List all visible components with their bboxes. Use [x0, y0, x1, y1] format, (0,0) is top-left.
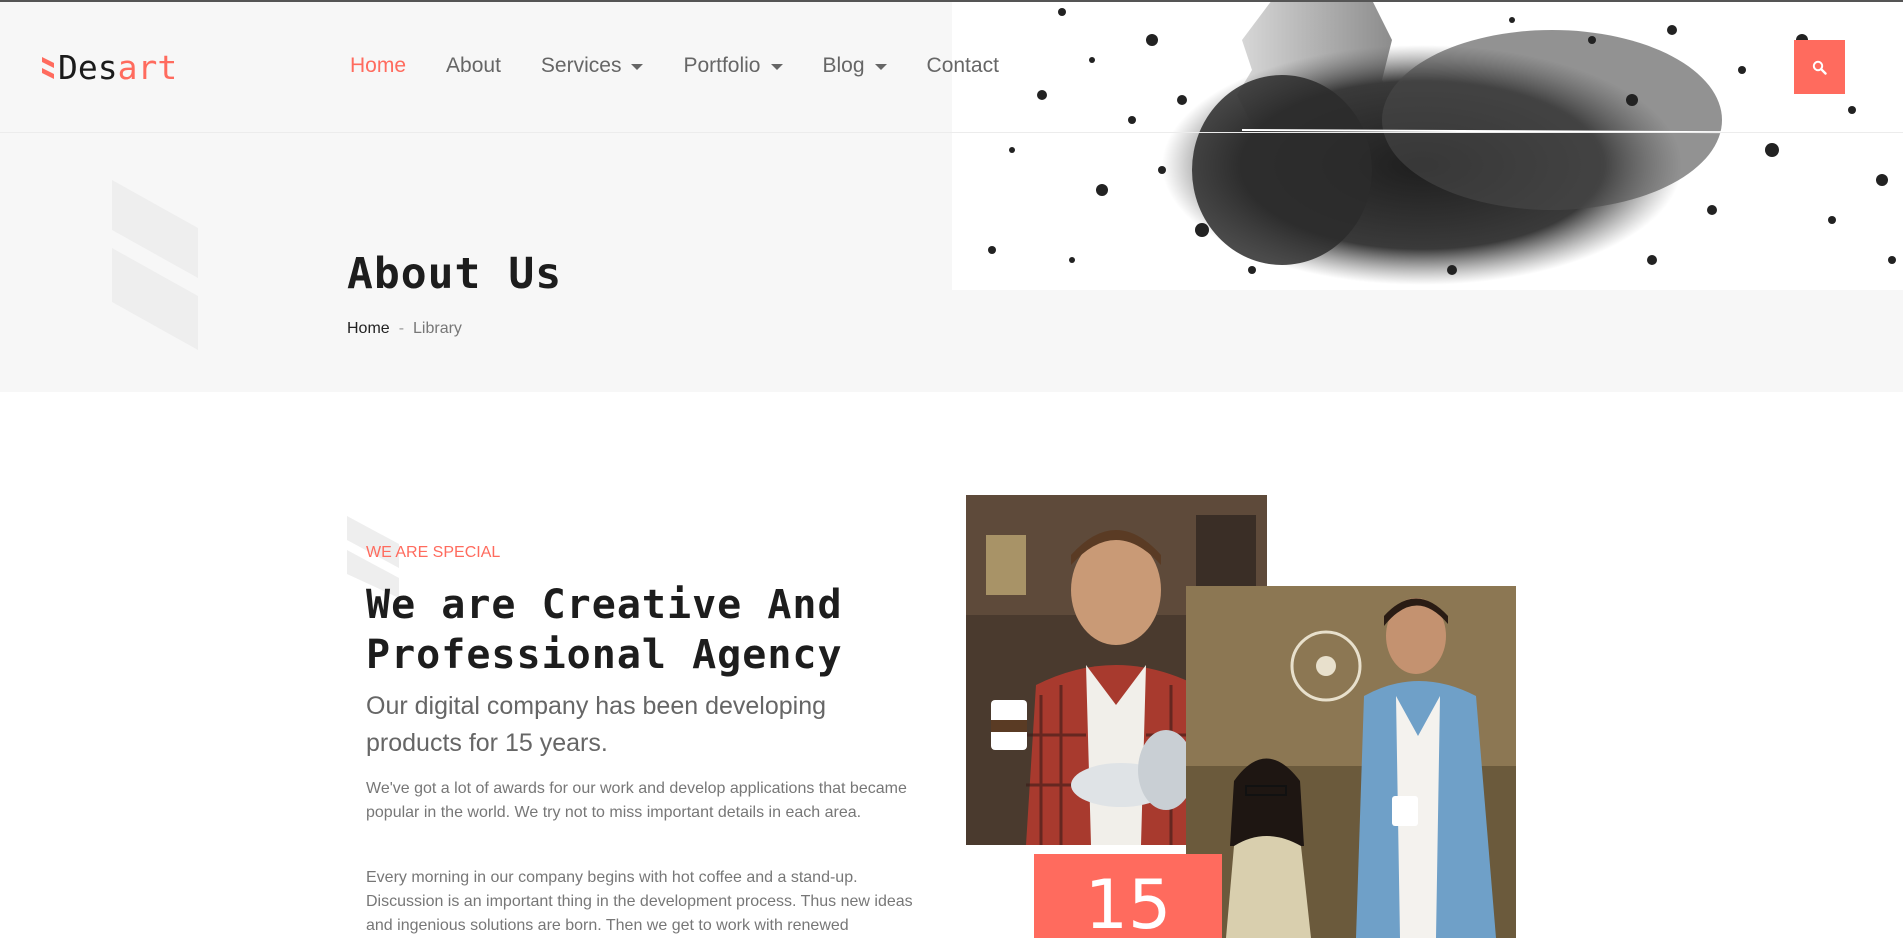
- nav-about-label: About: [446, 54, 501, 77]
- nav-services-label: Services: [540, 54, 622, 77]
- logo-prefix: Des: [58, 48, 118, 87]
- section-paragraph: We've got a lot of awards for our work a…: [366, 780, 907, 821]
- chevron-down-icon: [770, 64, 783, 70]
- years-experience-badge: 15: [1034, 854, 1222, 938]
- years-number: 15: [1084, 866, 1172, 938]
- site-logo[interactable]: Desart: [42, 50, 177, 86]
- section-paragraph: Every morning in our company begins with…: [366, 869, 913, 934]
- page-title: About Us: [347, 249, 563, 299]
- nav-item-home[interactable]: Home: [350, 52, 406, 80]
- main-navigation: Home About Services Portfolio Blog Conta…: [350, 52, 1039, 80]
- section-eyebrow: WE ARE SPECIAL: [366, 544, 501, 561]
- nav-contact-label: Contact: [926, 54, 999, 77]
- window-top-border: [0, 0, 1903, 2]
- logo-accent: art: [117, 48, 178, 87]
- nav-item-portfolio[interactable]: Portfolio: [683, 52, 783, 80]
- section-lead: Our digital company has been developing …: [366, 692, 827, 757]
- breadcrumb-current: Library: [413, 320, 462, 337]
- chevron-down-icon: [631, 64, 644, 70]
- logo-mark-icon: [42, 57, 54, 79]
- decorative-chevron-shape: [112, 180, 198, 350]
- site-header: Desart Home About Services Portfolio Blo…: [0, 2, 1903, 133]
- search-button[interactable]: [1794, 40, 1845, 94]
- nav-item-about[interactable]: About: [446, 52, 501, 80]
- logo-wordmark: Desart: [58, 50, 177, 86]
- section-headline: We are Creative And Professional Agency: [366, 582, 843, 678]
- breadcrumb: Home - Library: [347, 318, 462, 340]
- team-photo-colleagues-talking: [1186, 586, 1516, 938]
- chevron-down-icon: [874, 64, 887, 70]
- breadcrumb-separator: -: [398, 320, 405, 337]
- search-icon: [1812, 60, 1827, 75]
- nav-portfolio-label: Portfolio: [683, 54, 761, 77]
- nav-item-contact[interactable]: Contact: [927, 52, 999, 80]
- nav-item-blog[interactable]: Blog: [823, 52, 887, 80]
- nav-home-label: Home: [350, 54, 407, 77]
- nav-blog-label: Blog: [822, 54, 865, 77]
- nav-item-services[interactable]: Services: [541, 52, 644, 80]
- breadcrumb-home-link[interactable]: Home: [347, 318, 390, 340]
